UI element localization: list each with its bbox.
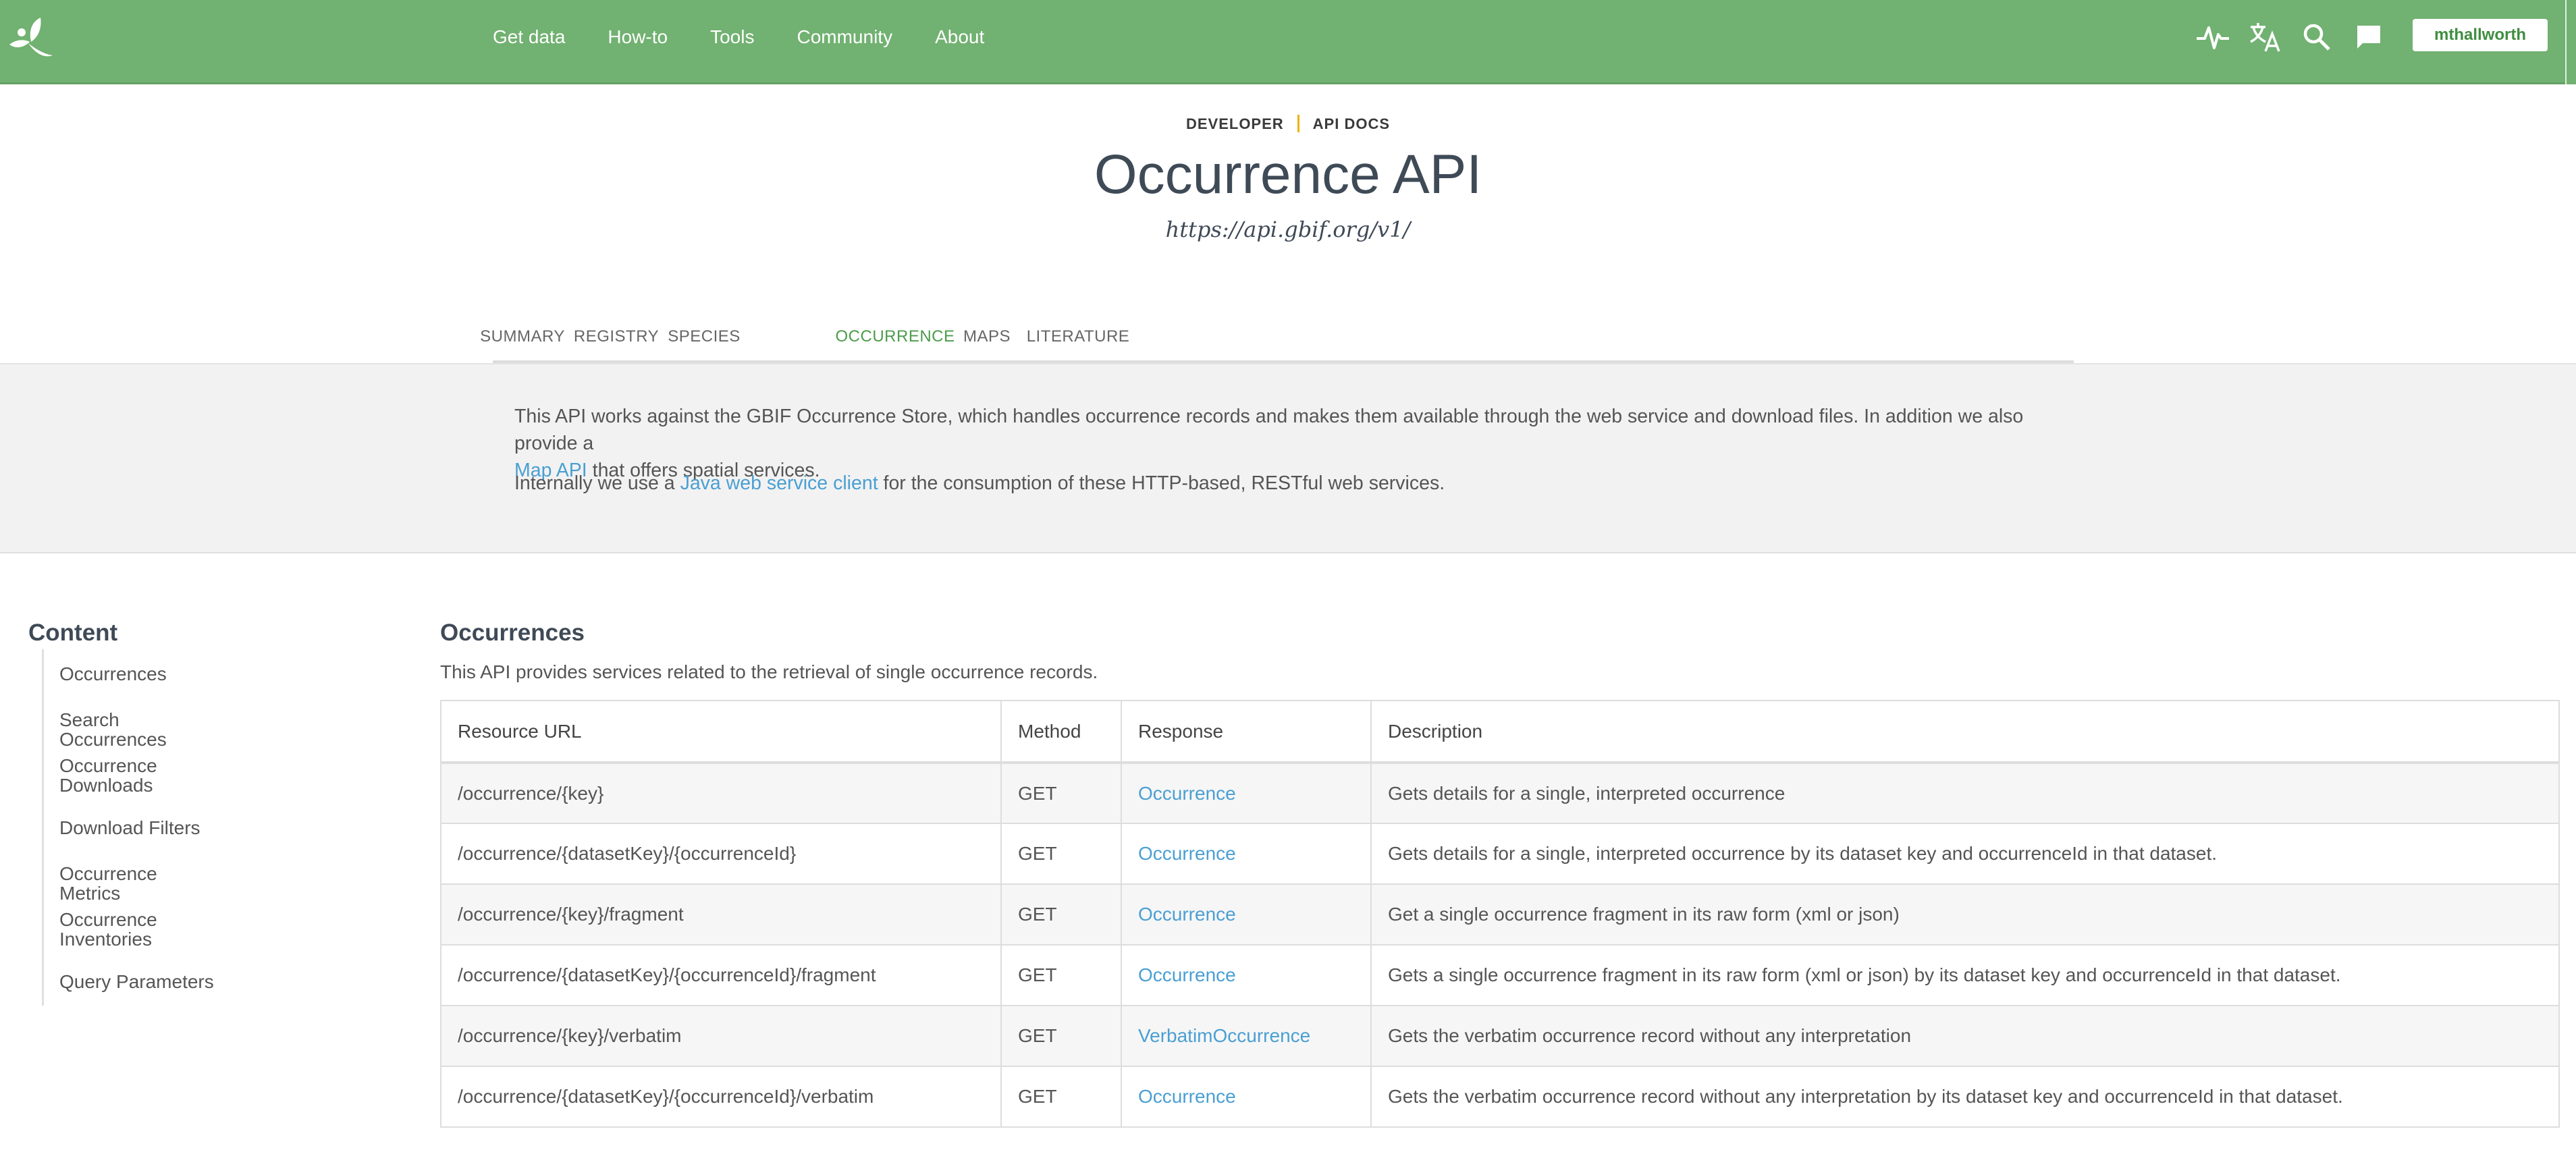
section-heading-occurrences: Occurrences: [440, 620, 585, 646]
section-description: This API provides services related to th…: [440, 661, 1098, 682]
table-row: /occurrence/{key}/verbatim GET VerbatimO…: [440, 1005, 2560, 1067]
table-row: /occurrence/{datasetKey}/{occurrenceId}/…: [440, 1066, 2560, 1128]
description-cell: Gets a single occurrence fragment in its…: [1370, 944, 2560, 1006]
nav-icon-group: [2179, 0, 2387, 74]
description-cell: Gets the verbatim occurrence record with…: [1370, 1005, 2560, 1067]
sidebar-item-download-filters[interactable]: Download Filters: [59, 818, 200, 838]
sidebar-item-occurrence-inventories[interactable]: Occurrence Inventories: [59, 910, 157, 949]
sidebar-item-occurrence-downloads[interactable]: Occurrence Downloads: [59, 756, 157, 795]
breadcrumb-separator: [1297, 115, 1299, 133]
response-cell: Occurrence: [1121, 762, 1372, 824]
nav-community[interactable]: Community: [797, 26, 892, 48]
tab-occurrence[interactable]: OCCURRENCE: [836, 310, 955, 366]
nav-get-data[interactable]: Get data: [493, 26, 565, 48]
response-link[interactable]: Occurrence: [1138, 783, 1236, 804]
resource-url-cell: /occurrence/{datasetKey}/{occurrenceId}: [440, 823, 1002, 885]
resource-url-cell: /occurrence/{key}/fragment: [440, 883, 1002, 946]
breadcrumb-developer[interactable]: DEVELOPER: [1186, 115, 1284, 132]
resource-url-cell: /occurrence/{key}/verbatim: [440, 1005, 1002, 1067]
sidebar-heading: Content: [28, 620, 118, 646]
resource-url-cell: /occurrence/{datasetKey}/{occurrenceId}/…: [440, 944, 1002, 1006]
scrollbar[interactable]: [2565, 0, 2576, 84]
intro-section: This API works against the GBIF Occurren…: [0, 363, 2576, 553]
nav-tools[interactable]: Tools: [710, 26, 754, 48]
method-cell: GET: [1000, 1066, 1122, 1128]
response-link[interactable]: VerbatimOccurrence: [1138, 1025, 1310, 1046]
response-cell: Occurrence: [1121, 883, 1372, 946]
table-header-row: Resource URL Method Response Description: [440, 700, 2560, 763]
table-row: /occurrence/{datasetKey}/{occurrenceId}/…: [440, 944, 2560, 1006]
description-cell: Gets details for a single, interpreted o…: [1370, 823, 2560, 885]
method-cell: GET: [1000, 823, 1122, 885]
tab-species[interactable]: SPECIES: [667, 310, 741, 363]
nav-about[interactable]: About: [935, 26, 984, 48]
response-cell: Occurrence: [1121, 823, 1372, 885]
description-cell: Gets the verbatim occurrence record with…: [1370, 1066, 2560, 1128]
tab-summary[interactable]: SUMMARY: [480, 310, 564, 363]
page-title: Occurrence API: [1094, 144, 1482, 205]
resource-url-cell: /occurrence/{datasetKey}/{occurrenceId}/…: [440, 1066, 1002, 1128]
sidebar-item-query-parameters[interactable]: Query Parameters: [59, 972, 214, 991]
breadcrumb: DEVELOPER API DOCS: [0, 115, 2576, 134]
api-tabs: SUMMARY REGISTRY SPECIES OCCURRENCE MAPS…: [480, 310, 2074, 366]
table-row: /occurrence/{datasetKey}/{occurrenceId} …: [440, 823, 2560, 885]
user-account-button[interactable]: mthallworth: [2413, 19, 2548, 51]
breadcrumb-api-docs[interactable]: API DOCS: [1313, 115, 1390, 132]
nav-how-to[interactable]: How-to: [608, 26, 668, 48]
top-navbar: Get data How-to Tools Community About mt…: [0, 0, 2576, 84]
column-header-method: Method: [1000, 700, 1122, 763]
tab-literature[interactable]: LITERATURE: [1019, 310, 1137, 363]
java-client-link[interactable]: Java web service client: [680, 472, 878, 494]
method-cell: GET: [1000, 762, 1122, 824]
column-header-resource-url: Resource URL: [440, 700, 1002, 763]
sidebar-item-occurrence-metrics[interactable]: Occurrence Metrics: [59, 864, 217, 903]
translate-icon[interactable]: [2247, 19, 2283, 55]
resource-url-cell: /occurrence/{key}: [440, 762, 1002, 824]
gbif-logo[interactable]: [8, 15, 54, 61]
chat-icon[interactable]: [2351, 19, 2387, 55]
base-url: https://api.gbif.org/v1/: [1165, 217, 1411, 242]
search-icon[interactable]: [2299, 19, 2335, 55]
response-link[interactable]: Occurrence: [1138, 1086, 1236, 1107]
response-link[interactable]: Occurrence: [1138, 904, 1236, 925]
resource-table: Resource URL Method Response Description…: [440, 700, 2560, 1128]
response-cell: Occurrence: [1121, 944, 1372, 1006]
pulse-icon[interactable]: [2195, 19, 2231, 55]
tab-registry[interactable]: REGISTRY: [566, 310, 667, 363]
method-cell: GET: [1000, 883, 1122, 946]
column-header-description: Description: [1370, 700, 2560, 763]
tab-maps[interactable]: MAPS: [955, 310, 1019, 363]
response-link[interactable]: Occurrence: [1138, 964, 1236, 985]
intro-paragraph-2: Internally we use a Java web service cli…: [514, 472, 1445, 494]
sidebar-toc: Occurrences Search Occurrences Occurrenc…: [42, 649, 217, 1006]
response-link[interactable]: Occurrence: [1138, 843, 1236, 864]
sidebar-item-search-occurrences[interactable]: Search Occurrences: [59, 710, 217, 749]
description-cell: Get a single occurrence fragment in its …: [1370, 883, 2560, 946]
method-cell: GET: [1000, 1005, 1122, 1067]
table-row: /occurrence/{key}/fragment GET Occurrenc…: [440, 883, 2560, 946]
response-cell: Occurrence: [1121, 1066, 1372, 1128]
sidebar-item-occurrences[interactable]: Occurrences: [59, 664, 167, 684]
method-cell: GET: [1000, 944, 1122, 1006]
response-cell: VerbatimOccurrence: [1121, 1005, 1372, 1067]
main-nav: Get data How-to Tools Community About: [493, 0, 1027, 74]
description-cell: Gets details for a single, interpreted o…: [1370, 762, 2560, 824]
column-header-response: Response: [1121, 700, 1372, 763]
table-row: /occurrence/{key} GET Occurrence Gets de…: [440, 762, 2560, 824]
